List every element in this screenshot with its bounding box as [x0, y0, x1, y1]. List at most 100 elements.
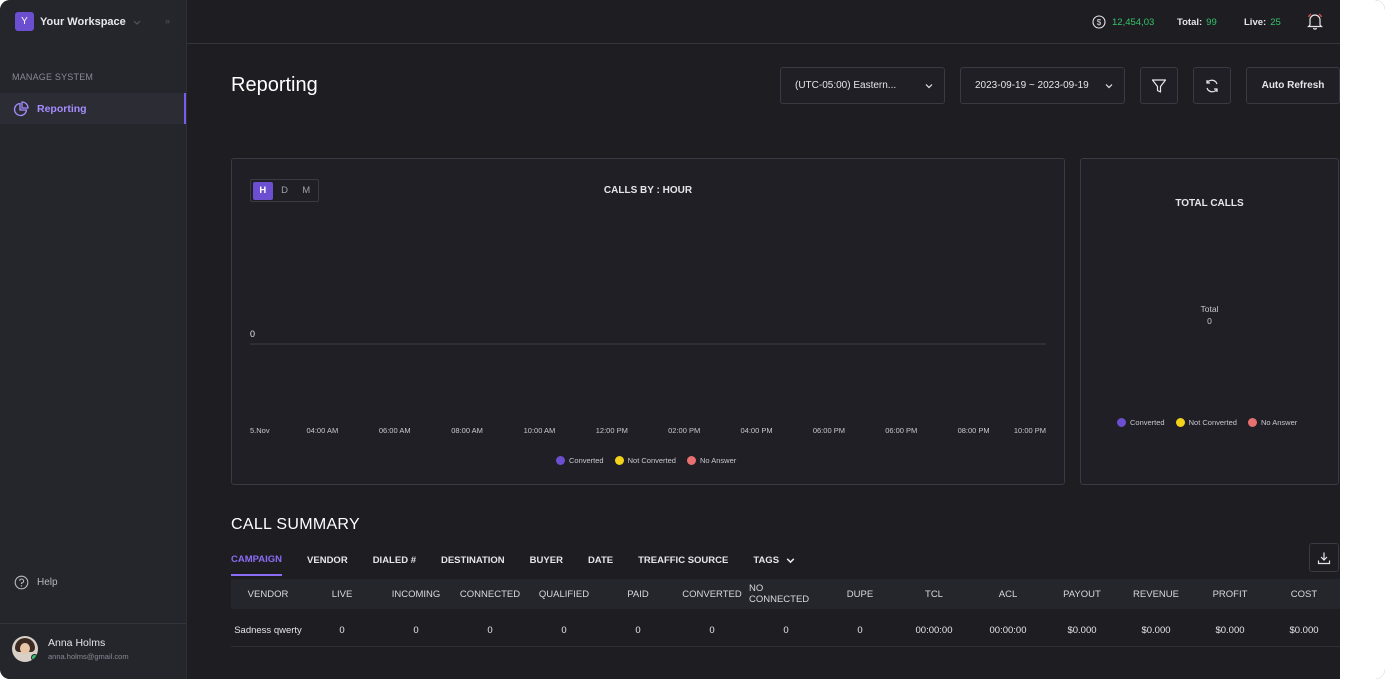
chevron-down-icon [786, 558, 795, 564]
live-label: Live: [1244, 17, 1267, 28]
bell-icon [1307, 13, 1323, 30]
tab-date[interactable]: DATE [588, 554, 613, 576]
tab-destination[interactable]: DESTINATION [441, 554, 505, 576]
legend-dot [1247, 418, 1257, 427]
column-header[interactable]: QUALIFIED [527, 579, 601, 609]
user-name: Anna Holms [48, 637, 106, 649]
column-header[interactable]: NO CONNECTED [749, 579, 823, 609]
legend-no-answer: No Answer [686, 456, 736, 465]
online-status-dot [31, 654, 38, 661]
sidebar-item-label: Reporting [37, 102, 87, 115]
tab-vendor[interactable]: VENDOR [307, 554, 348, 576]
legend-label: Converted [1130, 418, 1165, 427]
sidebar: Y Your Workspace » MANAGE SYSTEM Reporti… [0, 0, 187, 679]
column-header[interactable]: CONVERTED [675, 579, 749, 609]
x-tick-label: 06:00 AM [379, 426, 411, 435]
date-range-select[interactable]: 2023-09-19 ~ 2023-09-19 [960, 67, 1125, 104]
calls-by-hour-panel: H D M CALLS BY : HOUR 0 5.Nov 04:00 AM 06:0… [231, 158, 1065, 485]
total-center-value: 0 [1207, 316, 1212, 326]
column-header[interactable]: INCOMING [379, 579, 453, 609]
x-tick-label: 12:00 PM [596, 426, 628, 435]
tab-buyer[interactable]: BUYER [530, 554, 563, 576]
page-title: Reporting [231, 74, 318, 96]
date-range-value: 2023-09-19 ~ 2023-09-19 [975, 80, 1089, 91]
legend-converted: Converted [1117, 418, 1165, 427]
total-value: 99 [1206, 17, 1217, 28]
legend-no-answer: No Answer [1247, 418, 1298, 427]
tab-dialed[interactable]: DIALED # [373, 554, 416, 576]
column-header[interactable]: PAYOUT [1045, 579, 1119, 609]
filter-button[interactable] [1140, 67, 1178, 104]
column-header[interactable]: CONNECTED [453, 579, 527, 609]
table-cell: 0 [487, 624, 493, 636]
column-header[interactable]: LIVE [305, 579, 379, 609]
column-header[interactable]: DUPE [823, 579, 897, 609]
chevron-down-icon [1105, 84, 1113, 89]
legend-dot [686, 456, 696, 465]
column-header[interactable]: REVENUE [1119, 579, 1193, 609]
legend-dot [1175, 418, 1185, 427]
legend-label: Converted [569, 456, 604, 465]
x-tick-label: 10:00 PM [1014, 426, 1046, 435]
column-header[interactable]: TCL [897, 579, 971, 609]
collapse-sidebar-icon[interactable]: » [165, 16, 170, 26]
refresh-button[interactable] [1193, 67, 1231, 104]
tab-campaign[interactable]: CAMPAIGN [231, 554, 283, 576]
total-calls-legend: Converted Not Converted No Answer [1117, 418, 1308, 427]
workspace-switcher[interactable]: Y Your Workspace [15, 12, 142, 31]
app-window: Y Your Workspace » MANAGE SYSTEM Reporti… [0, 0, 1385, 679]
download-button[interactable] [1309, 543, 1339, 572]
legend-dot [614, 456, 624, 465]
x-tick-label: 10:00 AM [524, 426, 556, 435]
total-counter: Total: 99 [1177, 17, 1217, 28]
table-cell: $0.000 [1067, 624, 1097, 636]
sidebar-item-reporting[interactable]: Reporting [0, 93, 186, 124]
table-cell: 0 [709, 624, 715, 636]
main-content: $ 12,454,03 Total:99 Live:25 Reporting [187, 0, 1340, 679]
legend-not-converted: Not Converted [614, 456, 676, 465]
timezone-value: (UTC-05:00) Eastern... [795, 80, 897, 91]
table-cell: Sadness qwerty [234, 624, 302, 636]
user-profile[interactable]: Anna Holms anna.holms@gmail.com [12, 636, 129, 662]
tab-traffic-source[interactable]: TREAFFIC SOURCE [638, 554, 728, 576]
table-cell: 0 [561, 624, 567, 636]
column-header[interactable]: PAID [601, 579, 675, 609]
table-header: VENDOR LIVE INCOMING CONNECTED QUALIFIED PAID… [231, 579, 1340, 609]
filter-icon [1151, 78, 1167, 93]
divider [0, 623, 186, 624]
legend-label: No Answer [1260, 418, 1298, 427]
legend-dot [556, 456, 565, 465]
legend-label: Not Converted [627, 456, 676, 465]
tab-tags[interactable]: TAGS [753, 554, 796, 576]
table-cell: 0 [413, 624, 419, 636]
auto-refresh-button[interactable]: Auto Refresh [1246, 67, 1340, 104]
timezone-select[interactable]: (UTC-05:00) Eastern... [780, 67, 945, 104]
workspace-logo: Y [15, 12, 34, 31]
total-calls-title: TOTAL CALLS [1175, 198, 1244, 209]
x-tick-label: 06:00 PM [885, 426, 917, 435]
summary-tabs: CAMPAIGN VENDOR DIALED # DESTINATION BUY… [231, 554, 821, 576]
total-center-label: Total [1200, 304, 1219, 314]
help-link[interactable]: Help [14, 575, 58, 590]
legend-not-converted: Not Converted [1175, 418, 1237, 427]
table-cell: 0 [635, 624, 641, 636]
column-header[interactable]: PROFIT [1193, 579, 1267, 609]
y-axis-zero-label: 0 [250, 329, 255, 339]
table-cell: $0.000 [1141, 624, 1171, 636]
refresh-icon [1206, 79, 1218, 92]
column-header[interactable]: ACL [971, 579, 1045, 609]
pie-chart-icon [13, 100, 29, 116]
total-calls-panel: TOTAL CALLS Total 0 Converted Not Conver… [1080, 158, 1339, 485]
help-icon [14, 575, 29, 590]
table-cell: 00:00:00 [915, 624, 953, 636]
table-row[interactable]: Sadness qwerty 0 0 0 0 0 0 0 0 00:00:00 00:00:00 $0… [231, 614, 1340, 647]
total-label: Total: [1177, 17, 1203, 28]
live-value: 25 [1270, 17, 1281, 28]
call-summary-title: CALL SUMMARY [231, 516, 360, 533]
notifications-button[interactable] [1306, 12, 1324, 35]
column-header[interactable]: VENDOR [231, 579, 305, 609]
calls-by-hour-chart: 0 5.Nov 04:00 AM 06:00 AM 08:00 AM 10:00 AM 12… [250, 329, 1046, 435]
column-header[interactable]: COST [1267, 579, 1341, 609]
download-icon [1317, 552, 1331, 564]
table-cell: $0.000 [1215, 624, 1245, 636]
